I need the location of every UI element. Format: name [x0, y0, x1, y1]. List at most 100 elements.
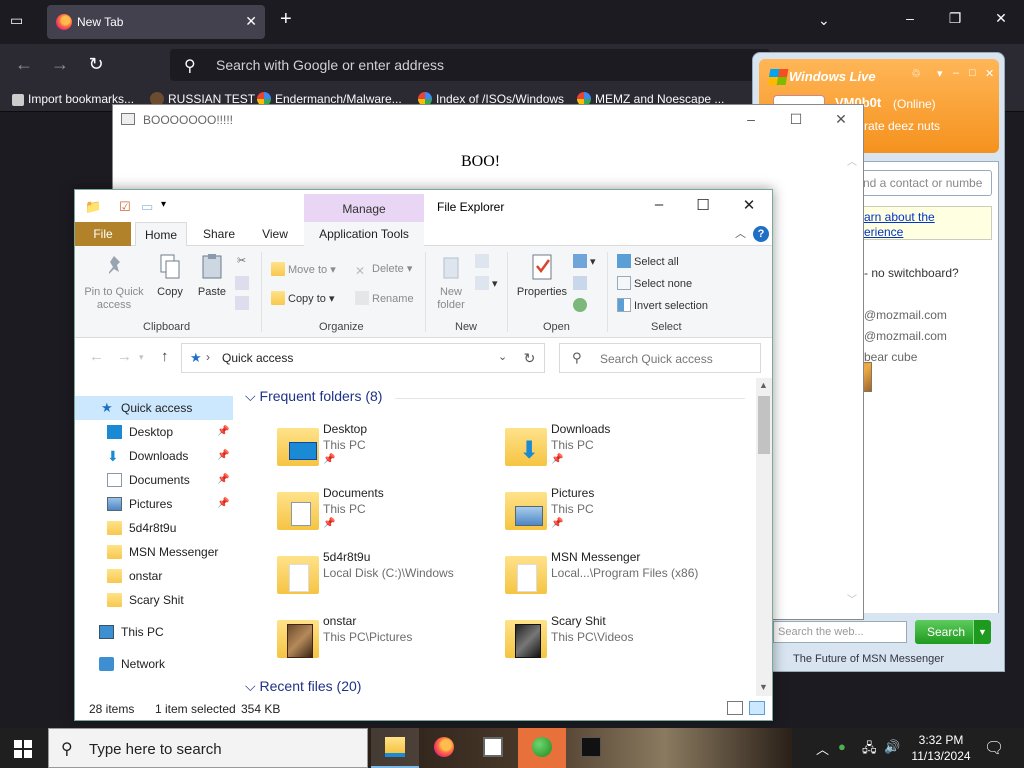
nav-item-quick-access[interactable]: ★ Quick access — [75, 396, 233, 420]
list-all-tabs-icon[interactable]: ▭ — [10, 12, 28, 30]
tab-home[interactable]: Home — [135, 222, 187, 246]
taskbar-boo-app[interactable] — [469, 728, 517, 768]
folder-tile-desktop[interactable]: Desktop This PC 📌 — [275, 422, 505, 482]
manage-tab-header[interactable]: Manage — [304, 194, 424, 222]
details-view-icon[interactable] — [727, 701, 743, 715]
online-status[interactable]: (Online) — [893, 97, 936, 111]
search-input[interactable]: ⚲ Search Quick access — [559, 343, 761, 373]
nav-item-onstar[interactable]: onstar — [75, 564, 233, 588]
tab-share[interactable]: Share — [195, 222, 243, 246]
back-button[interactable]: ← — [12, 53, 36, 77]
taskbar-firefox[interactable] — [420, 728, 468, 768]
properties-icon[interactable]: ☑ — [119, 199, 131, 215]
frequent-folders-header[interactable]: ⌵ Frequent folders (8) — [245, 388, 382, 405]
nav-item-msn-messenger[interactable]: MSN Messenger — [75, 540, 233, 564]
contact-item[interactable]: @mozmail.com — [864, 308, 947, 322]
web-search-input[interactable]: Search the web... — [773, 621, 907, 643]
scroll-down-icon[interactable]: ▼ — [759, 682, 768, 692]
tab-view[interactable]: View — [251, 222, 299, 246]
maximize-button[interactable]: ☐ — [693, 196, 713, 214]
minimize-button[interactable]: – — [741, 111, 761, 127]
nav-item-pictures[interactable]: Pictures 📌 — [75, 492, 233, 516]
menu-icon[interactable]: ♲ — [911, 67, 921, 80]
pin-icon[interactable]: 📌 — [217, 468, 229, 492]
taskbar-search[interactable]: ⚲ Type here to search — [48, 728, 368, 768]
delete-button[interactable]: ✕ Delete ▾ — [355, 262, 412, 278]
taskbar-chaos-app[interactable] — [567, 728, 615, 768]
copy-to-button[interactable]: Copy to ▾ — [271, 291, 335, 305]
breadcrumb[interactable]: Quick access — [222, 351, 293, 365]
chevron-down-icon[interactable]: ▾ — [937, 67, 943, 80]
cut-icon[interactable]: ✂ — [237, 254, 246, 267]
folder-tile-scary-shit[interactable]: Scary Shit This PC\Videos — [503, 614, 733, 674]
paste-shortcut-icon[interactable] — [235, 296, 252, 310]
pin-icon[interactable]: 📌 — [217, 420, 229, 444]
personal-message[interactable]: rate deez nuts — [864, 119, 940, 133]
clock[interactable]: 3:32 PM 11/13/2024 — [906, 732, 976, 764]
collapse-ribbon-icon[interactable]: ︿ — [735, 225, 746, 241]
tab-new-tab[interactable]: New Tab ✕ — [47, 5, 265, 39]
contact-item[interactable]: bear cube — [864, 350, 917, 364]
vertical-scrollbar[interactable]: ▲ ▼ — [756, 378, 772, 696]
new-folder-icon[interactable]: ▭ — [141, 199, 153, 215]
back-button[interactable]: ← — [89, 348, 104, 365]
large-icons-view-icon[interactable] — [749, 701, 765, 715]
scroll-up-icon[interactable]: ▲ — [759, 380, 768, 390]
pin-to-quick-access-button[interactable]: Pin to Quick access — [81, 252, 147, 312]
address-bar[interactable]: ★ › Quick access ⌄ — [181, 343, 545, 373]
folder-tile-downloads[interactable]: ⬇ Downloads This PC 📌 — [503, 422, 733, 482]
restore-button[interactable]: ❐ — [945, 10, 965, 27]
scroll-up-icon[interactable]: ︿ — [847, 153, 857, 168]
tab-file[interactable]: File — [75, 222, 131, 246]
history-icon[interactable] — [573, 298, 590, 312]
tab-application-tools[interactable]: Application Tools — [304, 222, 424, 246]
close-button[interactable]: ✕ — [739, 196, 759, 214]
nav-item-desktop[interactable]: Desktop 📌 — [75, 420, 233, 444]
select-none-button[interactable]: Select none — [617, 276, 692, 290]
network-icon[interactable]: 🖧 — [862, 739, 877, 761]
recent-files-header[interactable]: ⌵ Recent files (20) — [245, 678, 361, 695]
experience-link[interactable]: erience — [864, 225, 903, 239]
minimize-button[interactable]: – — [953, 67, 959, 79]
folder-tile-5d4r8t9u[interactable]: 5d4r8t9u Local Disk (C:)\Windows — [275, 550, 505, 610]
minimize-button[interactable]: – — [900, 10, 920, 26]
copy-path-icon[interactable] — [235, 276, 252, 290]
paste-button[interactable]: Paste — [193, 252, 231, 299]
volume-icon[interactable]: 🔊 — [884, 739, 900, 755]
folder-tile-msn-messenger[interactable]: MSN Messenger Local...\Program Files (x8… — [503, 550, 733, 610]
new-tab-button[interactable]: + — [280, 9, 292, 29]
pin-icon[interactable]: 📌 — [217, 444, 229, 468]
maximize-button[interactable]: □ — [969, 67, 976, 79]
pin-icon[interactable]: 📌 — [217, 492, 229, 516]
msn-tray-icon[interactable]: ● — [838, 739, 846, 754]
nav-item-this-pc[interactable]: This PC — [75, 620, 233, 644]
close-button[interactable]: ✕ — [831, 111, 851, 128]
web-search-button[interactable]: Search — [915, 620, 977, 644]
taskbar-msn-messenger[interactable] — [518, 728, 566, 768]
contact-search-input[interactable]: nd a contact or numbe — [856, 170, 992, 196]
help-icon[interactable]: ? — [753, 226, 769, 242]
edit-icon[interactable] — [573, 276, 590, 290]
learn-more-link[interactable]: arn about the — [864, 210, 935, 224]
folder-tile-documents[interactable]: Documents This PC 📌 — [275, 486, 505, 546]
notification-icon[interactable]: 🗨 — [984, 738, 1004, 758]
folder-tile-pictures[interactable]: Pictures This PC 📌 — [503, 486, 733, 546]
refresh-button[interactable]: ↻ — [515, 343, 545, 373]
open-icon[interactable]: ▾ — [573, 254, 596, 268]
move-to-button[interactable]: Move to ▾ — [271, 262, 336, 276]
scroll-down-icon[interactable]: ﹀ — [847, 591, 857, 606]
close-button[interactable]: ✕ — [985, 67, 994, 80]
easy-access-icon[interactable]: ▾ — [475, 276, 498, 290]
address-dropdown-icon[interactable]: ⌄ — [498, 350, 507, 363]
nav-item-downloads[interactable]: ⬇ Downloads 📌 — [75, 444, 233, 468]
chevron-down-icon[interactable]: ⌄ — [818, 12, 830, 29]
invert-selection-button[interactable]: Invert selection — [617, 298, 708, 312]
close-tab-icon[interactable]: ✕ — [245, 13, 257, 30]
copy-button[interactable]: Copy — [153, 252, 187, 299]
new-item-icon[interactable] — [475, 254, 492, 268]
nav-item-scary-shit[interactable]: Scary Shit — [75, 588, 233, 612]
taskbar-file-explorer[interactable] — [371, 728, 419, 768]
forward-button[interactable]: → — [117, 348, 132, 365]
select-all-button[interactable]: Select all — [617, 254, 679, 268]
minimize-button[interactable]: – — [649, 196, 669, 213]
